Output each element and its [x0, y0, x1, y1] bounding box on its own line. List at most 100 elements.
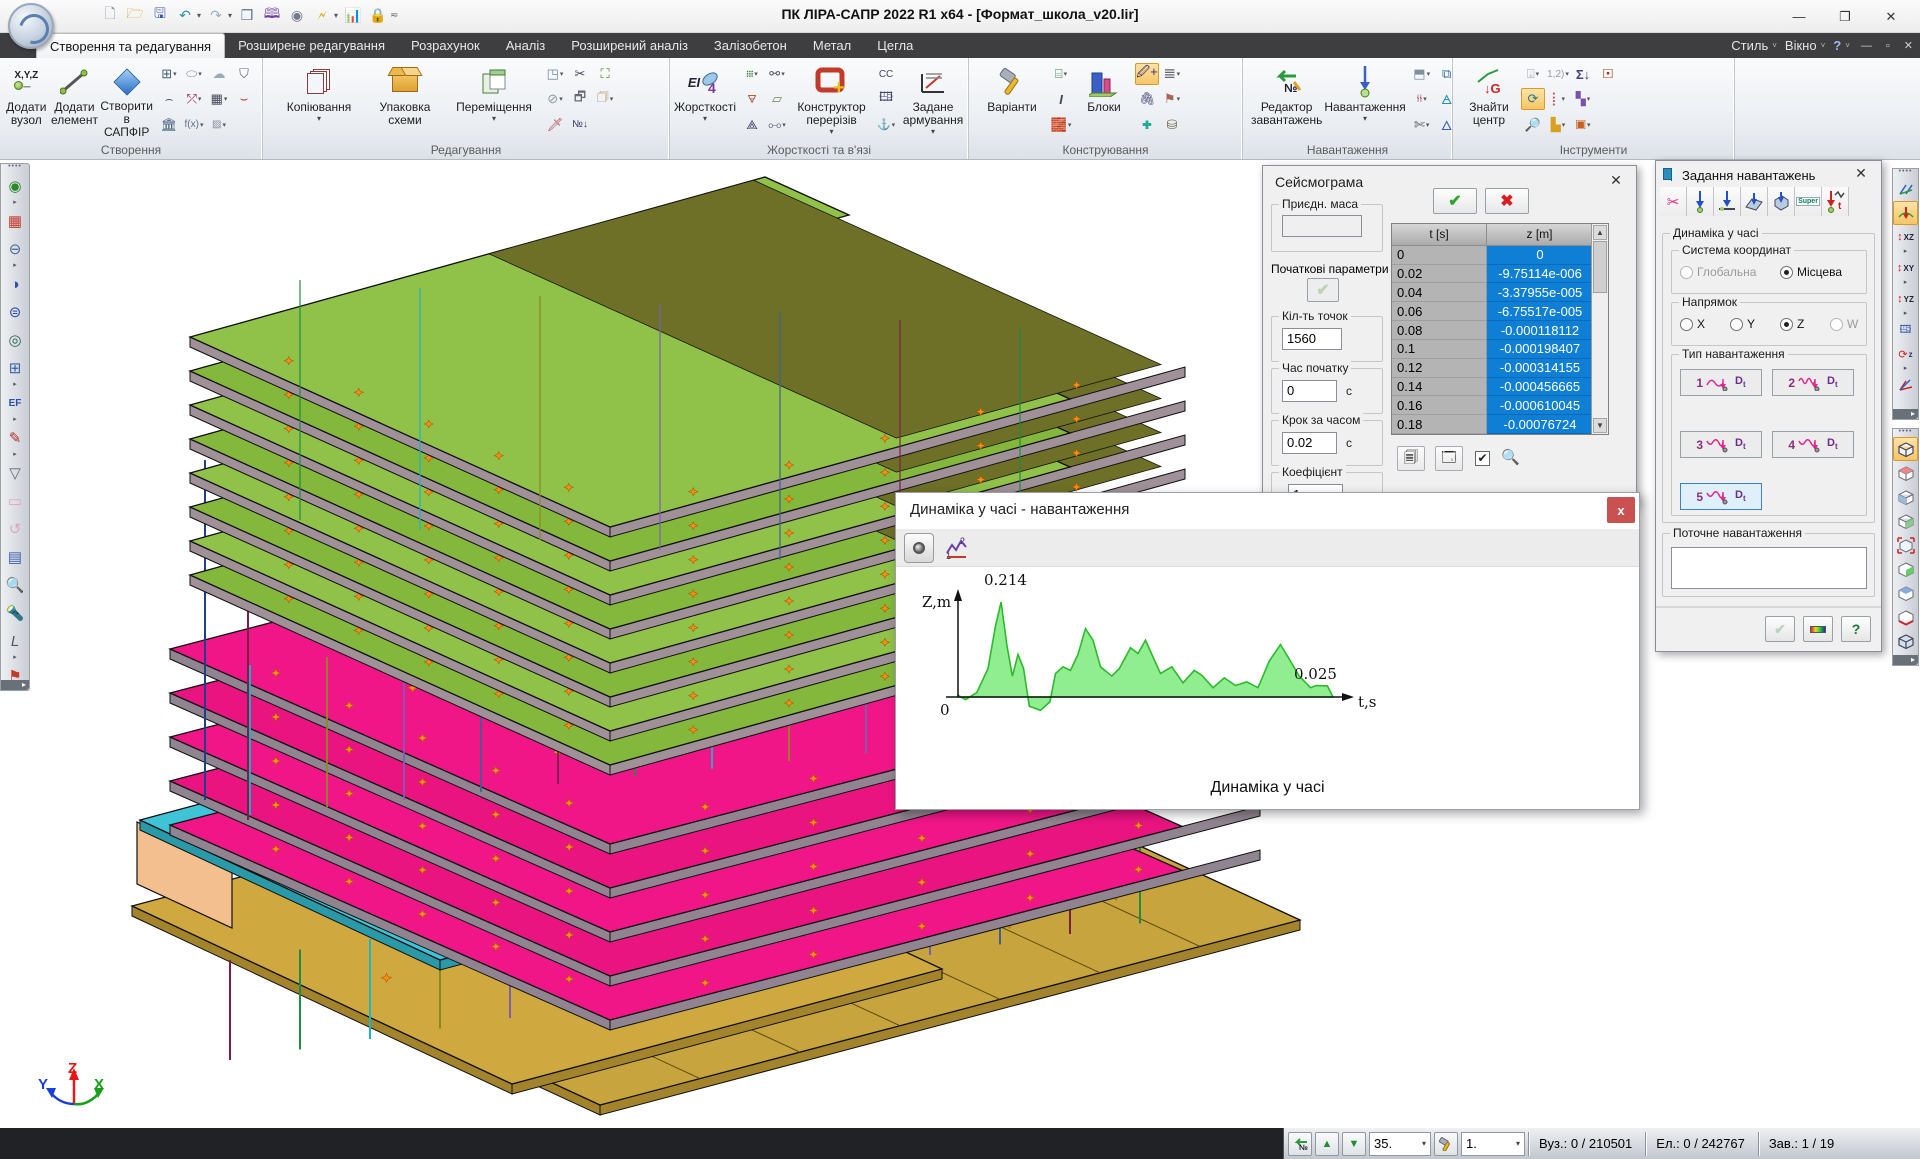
- grid-tool-icon[interactable]: 🏛: [157, 114, 181, 136]
- table-row[interactable]: 0.14-0.000456665: [1392, 378, 1608, 397]
- close-icon[interactable]: ✕: [1606, 172, 1626, 189]
- select-rect-tool-icon[interactable]: ⛶: [593, 63, 617, 85]
- anim-tool-icon[interactable]: 🞔: [1596, 63, 1620, 85]
- close-icon[interactable]: ✕: [1851, 165, 1871, 182]
- prev-loadcase-icon[interactable]: ▲: [1315, 1132, 1339, 1156]
- radio-z[interactable]: Z: [1780, 317, 1804, 331]
- close-icon[interactable]: x: [1607, 497, 1635, 523]
- fx-tool-icon[interactable]: f(x)▾: [182, 114, 206, 136]
- mosaic-c-tool-icon[interactable]: ▙▾: [1546, 114, 1570, 136]
- radio-x[interactable]: X: [1680, 317, 1705, 331]
- dimetric-view-icon[interactable]: [1893, 177, 1918, 201]
- toolbar-expand[interactable]: ▸: [1893, 409, 1918, 419]
- minimize-button[interactable]: —: [1776, 0, 1822, 33]
- dist-load-tool-icon[interactable]: ⫮⫮▾: [1410, 88, 1434, 110]
- window-menu[interactable]: Вікно: [1785, 38, 1817, 53]
- cut-load-tool-icon[interactable]: ✄▾: [1410, 114, 1434, 136]
- anchor-tool-icon[interactable]: ⚓▾: [874, 114, 898, 136]
- find-center-button[interactable]: ↓G Знайти центр: [1461, 60, 1517, 139]
- dynamic-load-icon[interactable]: t: [1822, 187, 1849, 216]
- lock-icon[interactable]: 🔒: [368, 4, 388, 26]
- select-ef-icon[interactable]: EF: [1, 389, 29, 417]
- diagram-icon[interactable]: 📊: [343, 4, 363, 26]
- paste-table-icon[interactable]: 🗔: [1435, 446, 1463, 471]
- refresh-tool-icon[interactable]: ⟳: [1521, 88, 1545, 110]
- radio-global[interactable]: Глобальна: [1680, 265, 1756, 279]
- draw-pen-icon[interactable]: ✎: [1, 424, 29, 452]
- axes-view-icon[interactable]: [1893, 373, 1918, 397]
- initial-params-check-button[interactable]: ✔: [1307, 278, 1339, 302]
- cube-top-icon[interactable]: [1893, 461, 1918, 485]
- table-row[interactable]: 00: [1392, 246, 1608, 265]
- rope-tool-icon[interactable]: ⌣: [232, 88, 256, 110]
- node-load-icon[interactable]: [1687, 187, 1714, 216]
- variant-select[interactable]: 1.▾: [1461, 1132, 1525, 1156]
- select-grid-icon[interactable]: ⊞: [1, 354, 29, 382]
- camera-icon[interactable]: ◉: [287, 4, 307, 26]
- select-horizontal-icon[interactable]: ⊜: [1, 298, 29, 326]
- mosaic-tool-icon[interactable]: ▚▾: [1571, 88, 1595, 110]
- cube-bottom-icon[interactable]: [1893, 605, 1918, 629]
- table-f-tool-icon[interactable]: ⚑▾: [1160, 88, 1184, 110]
- given-reinf-button[interactable]: Задане армування ▾: [902, 60, 964, 139]
- copy-table-icon[interactable]: 🗐: [1397, 446, 1425, 471]
- variants-button[interactable]: Варіанти: [979, 60, 1045, 139]
- pack-button[interactable]: Упаковка схеми: [363, 60, 447, 139]
- springs-tool-icon[interactable]: 🜃: [740, 88, 764, 110]
- brick-tool-icon[interactable]: 🧱▾: [1049, 114, 1073, 136]
- cursor-ruler-tool-icon[interactable]: ⍗▾: [1521, 63, 1545, 85]
- tab-advanced-edit[interactable]: Розширене редагування: [225, 33, 398, 58]
- style-menu[interactable]: Стиль: [1731, 38, 1768, 53]
- tab-advanced-analysis[interactable]: Розширений аналіз: [558, 33, 701, 58]
- cylinder-tool-icon[interactable]: ⬭▾: [182, 63, 206, 85]
- save-icon[interactable]: 🖫: [150, 4, 170, 26]
- apply-button[interactable]: ✔: [1765, 616, 1795, 642]
- start-time-field[interactable]: 0: [1282, 380, 1337, 402]
- scroll-down-icon[interactable]: ▼: [1593, 418, 1607, 433]
- delete-load-icon[interactable]: ✂: [1660, 187, 1687, 216]
- table-icon[interactable]: ▤: [1, 543, 29, 571]
- concrete-tool-icon[interactable]: ⌸▾: [1049, 63, 1073, 85]
- table-row[interactable]: 0.18-0.00076724: [1392, 415, 1608, 434]
- cube-iso-icon[interactable]: [1893, 437, 1918, 461]
- dxf-tool-icon[interactable]: ⛉: [232, 63, 256, 85]
- hinge-tool-icon[interactable]: ⚯▾: [765, 63, 789, 85]
- tab-analysis[interactable]: Аналіз: [493, 33, 559, 58]
- add-element-button[interactable]: Додати елемент: [51, 60, 99, 139]
- xz-view-icon[interactable]: ↕XZ: [1893, 225, 1918, 249]
- radio-w[interactable]: W: [1830, 317, 1858, 331]
- create-sapfir-button[interactable]: Створити в САПФІР: [100, 60, 153, 139]
- copy-button[interactable]: Копіювання ▾: [277, 60, 361, 139]
- toolbar-expand[interactable]: ▸: [1893, 655, 1918, 665]
- select-nodes-icon[interactable]: ▦: [1, 207, 29, 235]
- toolbar-grip[interactable]: ••••: [1893, 169, 1918, 177]
- select-vertical-icon[interactable]: ◑: [1, 270, 29, 298]
- cube-back-icon[interactable]: [1893, 581, 1918, 605]
- table-row[interactable]: 0.08-0.000118112: [1392, 321, 1608, 340]
- cc-tool-icon[interactable]: CC: [874, 63, 898, 85]
- table-checkbox[interactable]: ✔: [1475, 451, 1490, 466]
- table-row[interactable]: 0.1-0.000198407: [1392, 340, 1608, 359]
- add-node-button[interactable]: X,Y,Z ─ Додати вузол: [4, 60, 49, 139]
- tab-create-edit[interactable]: Створення та редагування: [36, 33, 225, 58]
- restore-button[interactable]: ❐: [1822, 0, 1868, 33]
- toolbar-expand[interactable]: ▸: [1, 680, 29, 690]
- scale-select[interactable]: 35.▾: [1369, 1132, 1431, 1156]
- undo-caret-icon[interactable]: ▾: [197, 11, 201, 20]
- col-header-z[interactable]: z [m]: [1487, 224, 1593, 246]
- help-menu[interactable]: ?: [1833, 38, 1841, 53]
- load-type-3[interactable]: 3 Dt: [1680, 431, 1762, 458]
- supports-tool-icon[interactable]: ᎒᎒᎒▾: [740, 63, 764, 85]
- plane-grid-icon[interactable]: 🖽: [1893, 318, 1918, 342]
- cube-home-icon[interactable]: [1893, 629, 1918, 653]
- dimension-icon[interactable]: L: [1, 627, 29, 655]
- table-row[interactable]: 0.02-9.75114e-006: [1392, 265, 1608, 284]
- pile-tool-icon[interactable]: ⟁: [740, 114, 764, 136]
- radio-local[interactable]: Місцева: [1780, 265, 1842, 279]
- qat-customize-icon[interactable]: ≂: [390, 10, 398, 21]
- slope-tool-icon[interactable]: ⊘▾: [543, 88, 567, 110]
- tab-reinforced-concrete[interactable]: Залізобетон: [701, 33, 800, 58]
- flashlight-icon[interactable]: 🔦: [1, 599, 29, 627]
- blocks-button[interactable]: Блоки: [1077, 60, 1131, 139]
- attached-mass-field[interactable]: [1282, 215, 1362, 237]
